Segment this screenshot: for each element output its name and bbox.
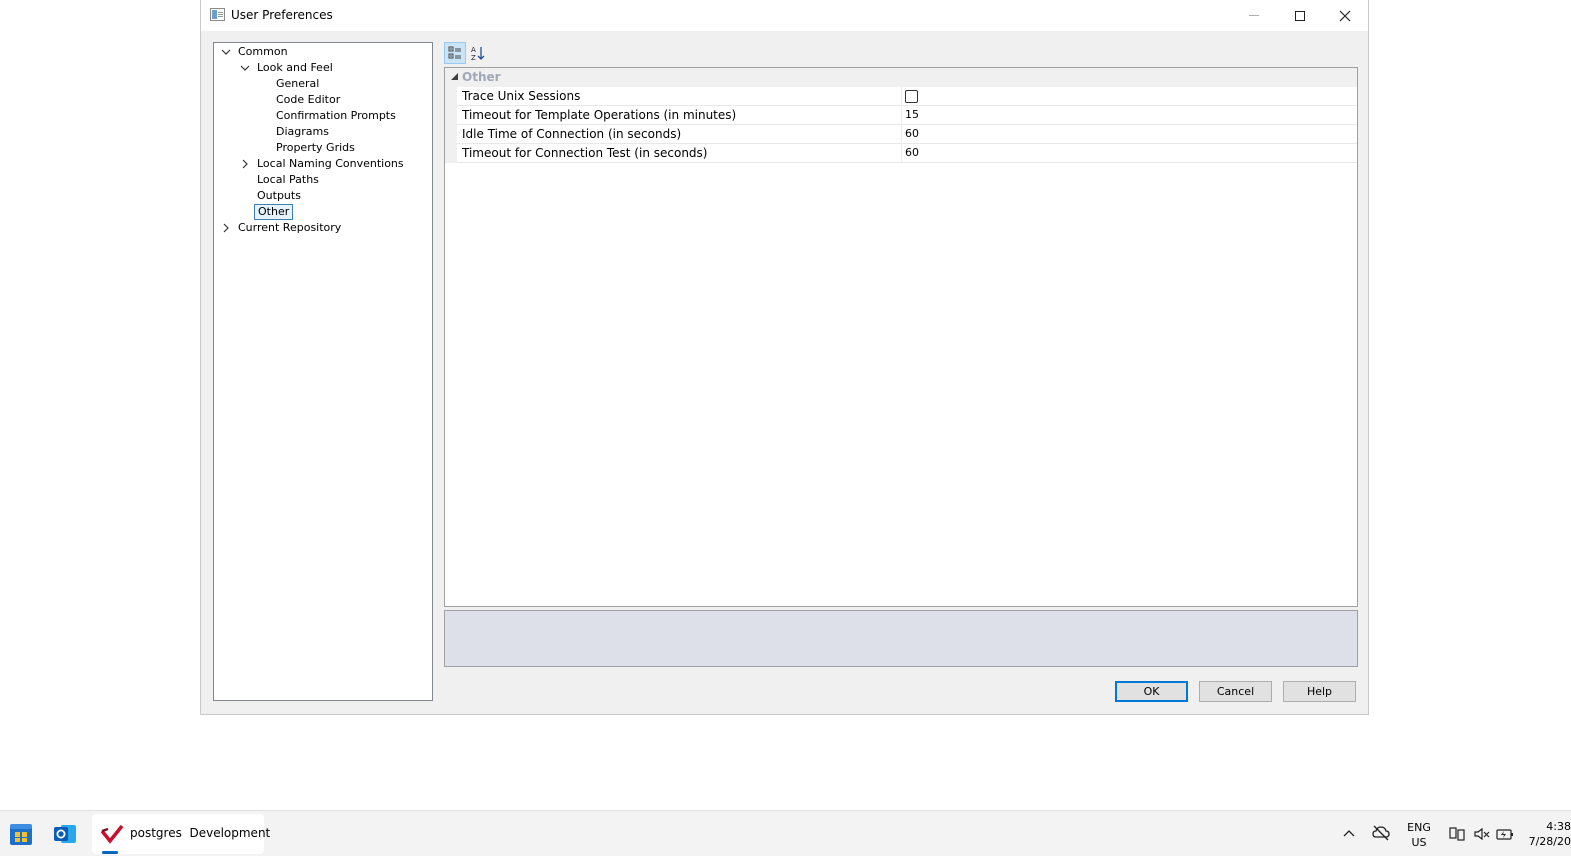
clock-date: 7/28/20 xyxy=(1528,835,1571,848)
onedrive-offline-icon[interactable] xyxy=(1372,825,1390,841)
taskbar-app-postgres-development[interactable]: postgres Development xyxy=(92,814,270,854)
maximize-button[interactable] xyxy=(1277,0,1323,31)
chevron-right-icon[interactable] xyxy=(221,223,231,233)
property-checkbox[interactable] xyxy=(905,90,918,103)
property-value[interactable]: 60 xyxy=(905,146,919,159)
app-icon xyxy=(210,8,225,21)
help-button[interactable]: Help xyxy=(1283,681,1356,702)
tree-item-label: Look and Feel xyxy=(257,61,333,74)
close-icon xyxy=(1339,10,1351,21)
tree-item-label: Common xyxy=(238,45,288,58)
row-gutter xyxy=(445,125,457,144)
preferences-tree[interactable]: Common Look and Feel General Code Editor Con… xyxy=(213,42,433,701)
property-value[interactable]: 60 xyxy=(905,127,919,140)
column-splitter[interactable] xyxy=(901,144,902,163)
minimize-icon xyxy=(1249,15,1259,16)
property-name: Idle Time of Connection (in seconds) xyxy=(462,127,682,141)
collapse-triangle-icon[interactable] xyxy=(451,73,458,80)
svg-text:Z: Z xyxy=(471,54,476,61)
tree-item[interactable]: Code Editor xyxy=(214,92,432,108)
property-name: Trace Unix Sessions xyxy=(462,89,581,103)
categorized-view-icon xyxy=(448,46,461,59)
tree-item-label: Property Grids xyxy=(276,141,355,154)
property-row[interactable]: Trace Unix Sessions xyxy=(445,87,1357,106)
start-menu-icon[interactable] xyxy=(9,822,33,846)
show-hidden-icons-chevron-icon[interactable] xyxy=(1343,828,1355,838)
taskbar-app-label: postgres Development xyxy=(130,826,271,840)
tree-item[interactable]: Current Repository xyxy=(214,220,432,236)
tree-item-label: Diagrams xyxy=(276,125,329,138)
tree-item[interactable]: Look and Feel xyxy=(214,60,432,76)
tree-item[interactable]: Local Paths xyxy=(214,172,432,188)
tree-item-label: Outputs xyxy=(257,189,301,202)
description-panel xyxy=(444,610,1358,667)
active-indicator xyxy=(102,851,118,854)
minimize-button[interactable] xyxy=(1231,0,1277,31)
window-title: User Preferences xyxy=(231,8,333,22)
tree-item[interactable]: Outputs xyxy=(214,188,432,204)
tree-item[interactable]: Local Naming Conventions xyxy=(214,156,432,172)
chevron-right-icon[interactable] xyxy=(240,159,250,169)
clock[interactable]: 4:38 7/28/20 xyxy=(1524,819,1571,849)
close-button[interactable] xyxy=(1322,0,1368,31)
tree-item-label: Local Naming Conventions xyxy=(257,157,404,170)
column-splitter[interactable] xyxy=(901,87,902,106)
categorized-view-button[interactable] xyxy=(444,42,466,64)
tree-item[interactable]: Property Grids xyxy=(214,140,432,156)
volume-muted-icon[interactable] xyxy=(1473,826,1491,842)
row-gutter xyxy=(445,106,457,125)
tree-item[interactable]: Common xyxy=(214,44,432,60)
tree-item-label: Code Editor xyxy=(276,93,341,106)
property-name: Timeout for Template Operations (in minu… xyxy=(462,108,737,122)
property-row[interactable]: Timeout for Connection Test (in seconds)… xyxy=(445,144,1357,163)
language-code: ENG xyxy=(1407,821,1431,834)
tree-item[interactable]: Other xyxy=(214,204,432,220)
tree-item-label: Confirmation Prompts xyxy=(276,109,396,122)
property-row[interactable]: Timeout for Template Operations (in minu… xyxy=(445,106,1357,125)
tree-item-label: General xyxy=(276,77,320,90)
cancel-button[interactable]: Cancel xyxy=(1199,681,1272,702)
user-preferences-dialog: User Preferences Common Look and Feel Gene… xyxy=(200,0,1369,715)
network-icon[interactable] xyxy=(1448,826,1466,842)
battery-icon[interactable] xyxy=(1496,826,1514,842)
property-value[interactable]: 15 xyxy=(905,108,919,121)
tree-item[interactable]: Confirmation Prompts xyxy=(214,108,432,124)
alphabetical-sort-button[interactable]: A Z xyxy=(467,42,489,64)
title-bar[interactable]: User Preferences xyxy=(201,0,1368,31)
tree-item[interactable]: Diagrams xyxy=(214,124,432,140)
tree-item-label: Other xyxy=(254,204,294,220)
taskbar: postgres Development ENG US 4:38 7/28/20 xyxy=(0,810,1571,856)
property-grid: Other Trace Unix Sessions Timeout for Tem… xyxy=(444,67,1358,607)
sort-alphabetical-icon: A Z xyxy=(471,46,485,61)
chevron-down-icon[interactable] xyxy=(240,63,250,73)
maximize-icon xyxy=(1295,10,1305,21)
category-label: Other xyxy=(462,70,501,84)
svg-text:A: A xyxy=(471,46,476,54)
tree-item-label: Local Paths xyxy=(257,173,319,186)
column-splitter[interactable] xyxy=(901,125,902,144)
tree-item[interactable]: General xyxy=(214,76,432,92)
ok-button[interactable]: OK xyxy=(1115,681,1188,702)
category-row[interactable]: Other xyxy=(445,68,1357,87)
chevron-down-icon[interactable] xyxy=(221,47,231,57)
language-indicator[interactable]: ENG US xyxy=(1404,820,1434,850)
property-row[interactable]: Idle Time of Connection (in seconds) 60 xyxy=(445,125,1357,144)
outlook-icon[interactable] xyxy=(53,822,77,846)
region-code: US xyxy=(1411,836,1427,849)
column-splitter[interactable] xyxy=(901,106,902,125)
tree-item-label: Current Repository xyxy=(238,221,342,234)
row-gutter xyxy=(445,87,457,106)
property-name: Timeout for Connection Test (in seconds) xyxy=(462,146,708,160)
row-gutter xyxy=(445,144,457,163)
clock-time: 4:38 xyxy=(1546,820,1571,833)
erwin-app-icon xyxy=(100,824,124,844)
